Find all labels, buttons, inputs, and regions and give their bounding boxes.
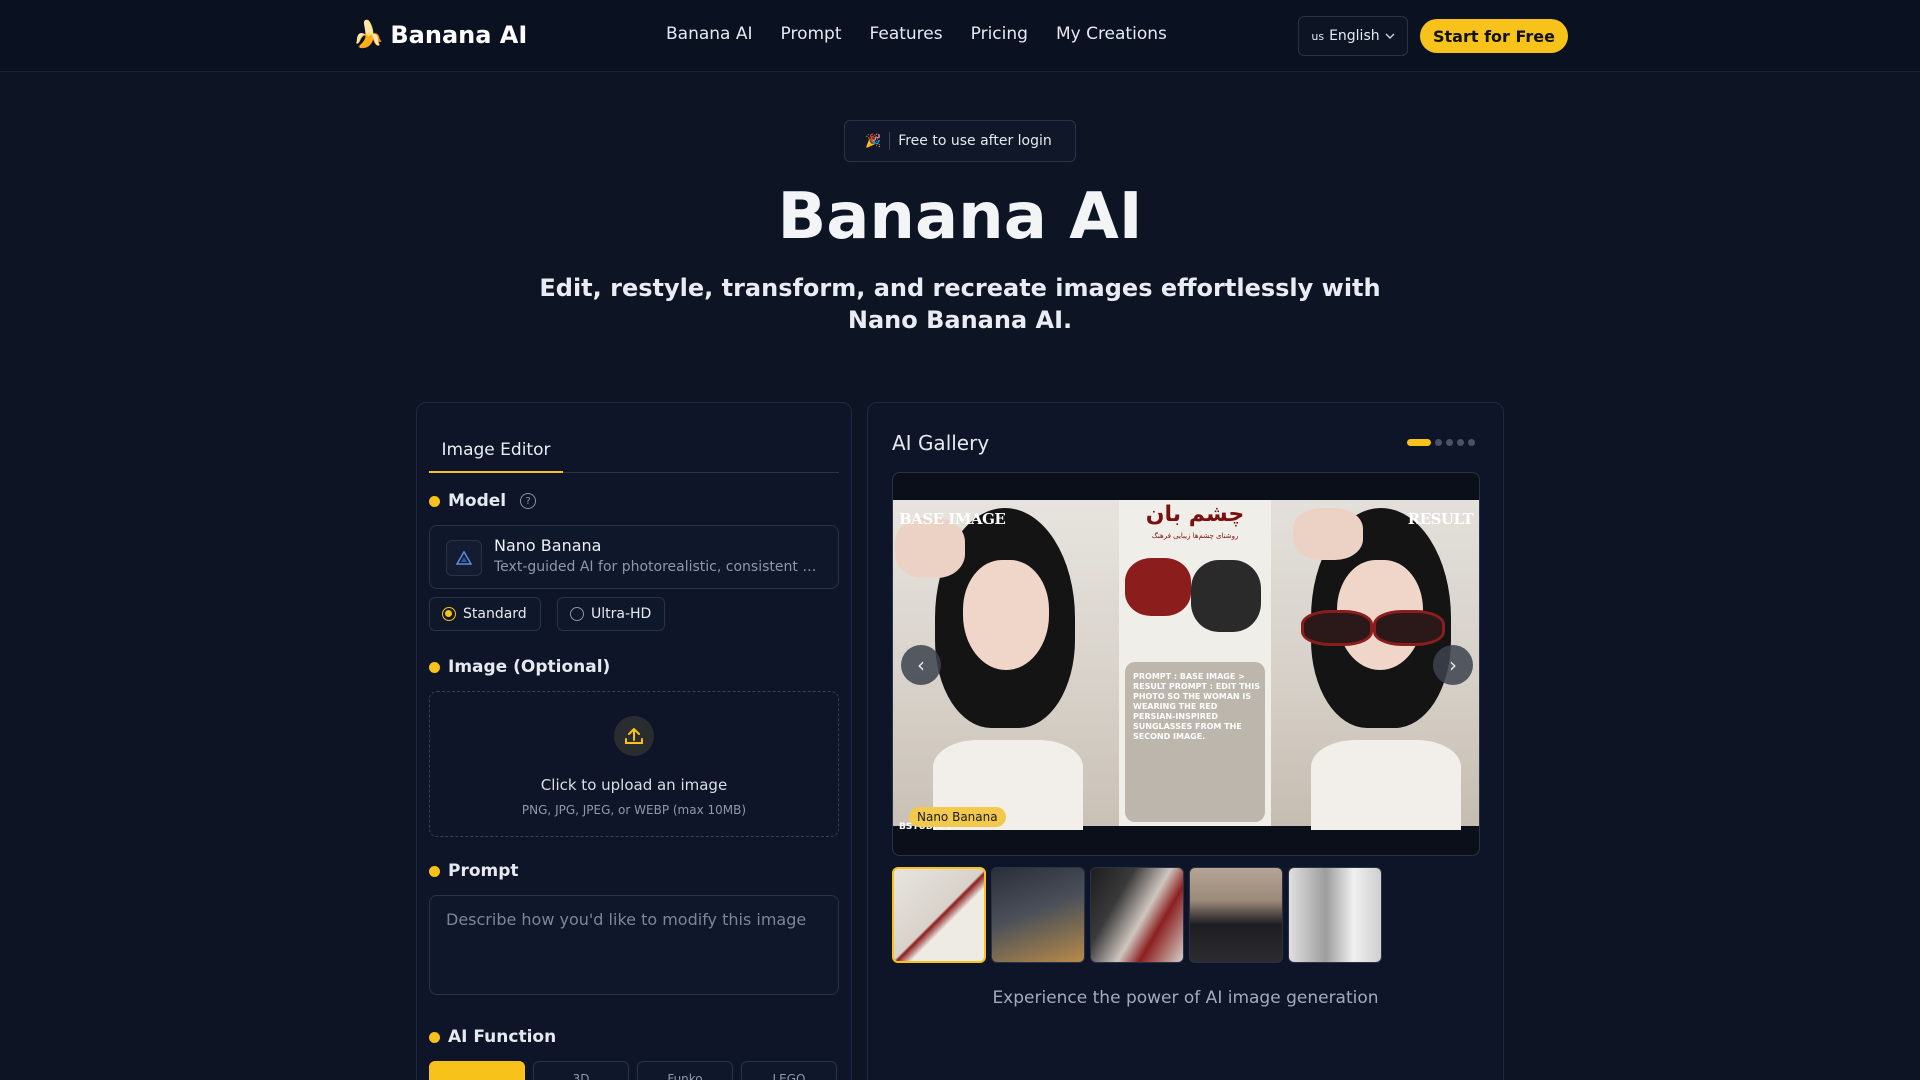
upload-hint: PNG, JPG, JPEG, or WEBP (max 10MB) [521, 803, 747, 817]
thumbnail-5[interactable] [1288, 867, 1382, 963]
section-dot [429, 865, 440, 877]
raised-hand-shape [1293, 508, 1363, 560]
language-selector[interactable]: us English [1298, 16, 1408, 56]
banana-icon: 🍌 [352, 20, 385, 50]
tab-image-editor[interactable]: Image Editor [429, 429, 563, 473]
model-name: Nano Banana [494, 536, 602, 555]
brand-name: Banana AI [390, 21, 528, 49]
model-description: Text-guided AI for photorealistic, consi… [494, 559, 824, 575]
thumbnail-3[interactable] [1090, 867, 1184, 963]
gallery-caption: Experience the power of AI image generat… [992, 988, 1379, 1008]
language-label: English [1329, 28, 1380, 44]
reference-heading: چشم بان [1145, 502, 1245, 527]
chevron-down-icon [1385, 33, 1395, 39]
gallery-pager [1407, 439, 1475, 446]
gallery-title: AI Gallery [892, 431, 990, 455]
model-section-label: Model ? [429, 491, 537, 511]
reference-subheading: روشنای چشم‌ها زیبایی فرهنگ [1151, 532, 1239, 540]
pager-dot[interactable] [1446, 439, 1453, 446]
flag-icon: us [1311, 29, 1325, 43]
nav-link-features[interactable]: Features [870, 24, 943, 44]
start-for-free-button[interactable]: Start for Free [1420, 19, 1568, 53]
pager-dot[interactable] [1435, 439, 1442, 446]
image-editor-panel: Image Editor Model ? Nano Banana Text-gu… [416, 402, 852, 1080]
upload-title: Click to upload an image [540, 776, 728, 794]
function-section-label: AI Function [429, 1027, 556, 1047]
help-icon[interactable]: ? [520, 493, 537, 509]
result-label: RESULT [1407, 510, 1474, 528]
function-button-active[interactable] [429, 1061, 525, 1080]
prompt-card: PROMPT : BASE IMAGE > RESULT PROMPT : ED… [1125, 662, 1265, 822]
prompt-card-text: PROMPT : BASE IMAGE > RESULT PROMPT : ED… [1133, 672, 1260, 741]
model-chip: Nano Banana [909, 807, 1006, 827]
brand-logo-link[interactable]: 🍌 Banana AI [352, 18, 527, 52]
badge-divider [889, 132, 891, 150]
base-image-label: BASE IMAGE [899, 510, 1006, 528]
function-button-lego[interactable]: LEGO [741, 1061, 837, 1080]
gallery-thumbnails [892, 867, 1382, 963]
nav-link-banana-ai[interactable]: Banana AI [666, 24, 753, 44]
sunglasses-lens-right [1191, 560, 1261, 632]
model-selector[interactable]: Nano Banana Text-guided AI for photoreal… [429, 525, 839, 589]
pager-dot[interactable] [1457, 439, 1464, 446]
badge-text: Free to use after login [898, 133, 1052, 149]
pager-dot-active[interactable] [1407, 439, 1431, 446]
ai-gallery-panel: AI Gallery BASE IMAGE BSTUDIO P چشم بان … [867, 402, 1504, 1080]
thumbnail-2[interactable] [991, 867, 1085, 963]
top-shape [1311, 740, 1461, 830]
quality-standard-label: Standard [463, 606, 527, 622]
quality-ultrahd-label: Ultra-HD [591, 606, 652, 622]
section-dot [429, 1031, 440, 1043]
prompt-input[interactable] [429, 895, 839, 995]
prompt-section-label: Prompt [429, 861, 519, 881]
model-label: Model [448, 491, 507, 511]
function-label: AI Function [448, 1027, 557, 1047]
function-button-funko[interactable]: Funko [637, 1061, 733, 1080]
sunglasses-lens-left [1125, 558, 1191, 616]
thumbnail-4[interactable] [1189, 867, 1283, 963]
section-dot [429, 661, 440, 673]
top-navbar: 🍌 Banana AI Banana AI Prompt Features Pr… [0, 0, 1920, 72]
page-title: Banana AI [777, 180, 1143, 254]
gallery-viewer: BASE IMAGE BSTUDIO P چشم بان روشنای چشم‌… [892, 472, 1480, 856]
editor-tabbar: Image Editor [429, 429, 839, 473]
prompt-label: Prompt [448, 861, 519, 881]
nav-link-pricing[interactable]: Pricing [971, 24, 1028, 44]
radio-selected-icon [442, 607, 456, 621]
reference-image-pane: چشم بان روشنای چشم‌ها زیبایی فرهنگ PROMP… [1119, 500, 1271, 826]
quality-ultrahd-option[interactable]: Ultra-HD [557, 597, 665, 631]
section-dot [429, 495, 440, 507]
image-label: Image (Optional) [448, 657, 611, 677]
sunglasses-on-face-left [1301, 610, 1373, 646]
upload-icon [614, 716, 654, 756]
nav-link-my-creations[interactable]: My Creations [1056, 24, 1167, 44]
model-triangle-icon [446, 540, 482, 576]
thumbnail-1[interactable] [892, 867, 986, 963]
face-shape [963, 560, 1049, 670]
sunglasses-on-face-right [1373, 610, 1445, 646]
gallery-main-image: BASE IMAGE BSTUDIO P چشم بان روشنای چشم‌… [893, 500, 1479, 832]
party-icon: 🎉 [865, 133, 882, 149]
gallery-next-button[interactable]: › [1433, 645, 1473, 685]
image-section-label: Image (Optional) [429, 657, 610, 677]
nav-link-prompt[interactable]: Prompt [781, 24, 842, 44]
quality-standard-option[interactable]: Standard [429, 597, 541, 631]
function-button-3d[interactable]: 3D [533, 1061, 629, 1080]
login-badge: 🎉 Free to use after login [844, 120, 1076, 162]
radio-unselected-icon [570, 607, 584, 621]
pager-dot[interactable] [1468, 439, 1475, 446]
nav-links: Banana AI Prompt Features Pricing My Cre… [666, 24, 1167, 44]
image-upload-dropzone[interactable]: Click to upload an image PNG, JPG, JPEG,… [429, 691, 839, 837]
page-subtitle: Edit, restyle, transform, and recreate i… [539, 274, 1381, 334]
gallery-prev-button[interactable]: ‹ [901, 645, 941, 685]
